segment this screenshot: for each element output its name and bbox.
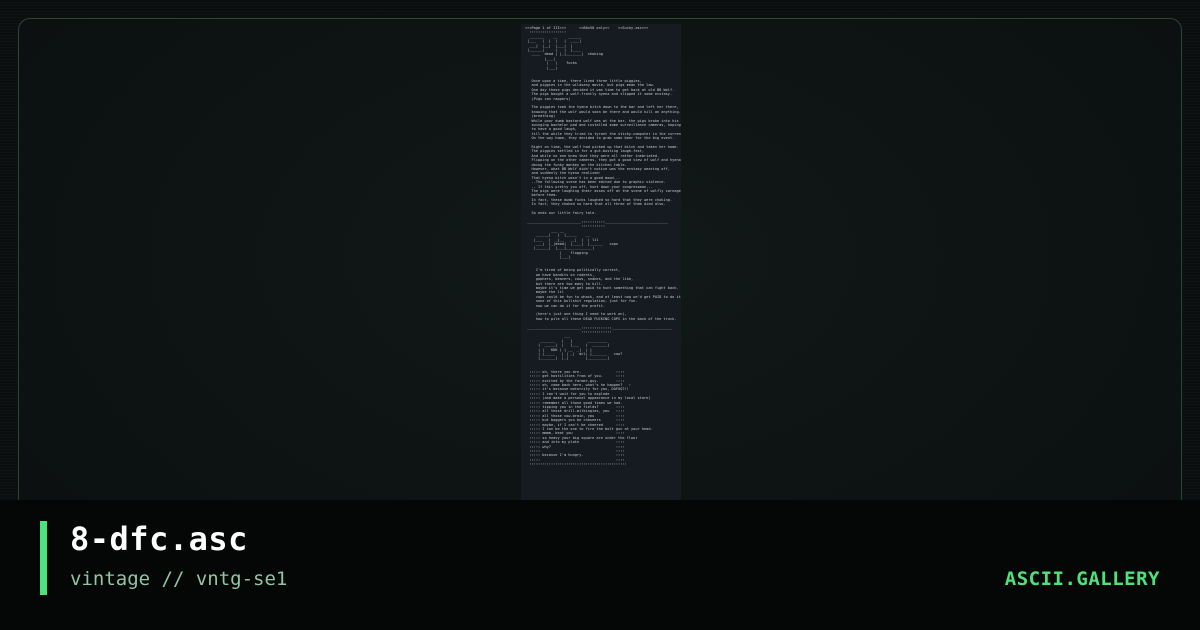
ascii-art-text: <<<Page 1 of III>>> <<80x50 only>> <<Suc…: [525, 26, 681, 467]
file-meta: vintage // vntg-se1: [70, 568, 288, 590]
file-title: 8-dfc.asc: [70, 520, 248, 558]
ascii-art-preview[interactable]: <<<Page 1 of III>>> <<80x50 only>> <<Suc…: [521, 24, 681, 504]
info-footer: 8-dfc.asc vintage // vntg-se1 ASCII.GALL…: [0, 500, 1200, 630]
accent-bar: [40, 521, 47, 595]
site-brand[interactable]: ASCII.GALLERY: [1005, 568, 1160, 590]
og-card: <<<Page 1 of III>>> <<80x50 only>> <<Suc…: [0, 0, 1200, 630]
